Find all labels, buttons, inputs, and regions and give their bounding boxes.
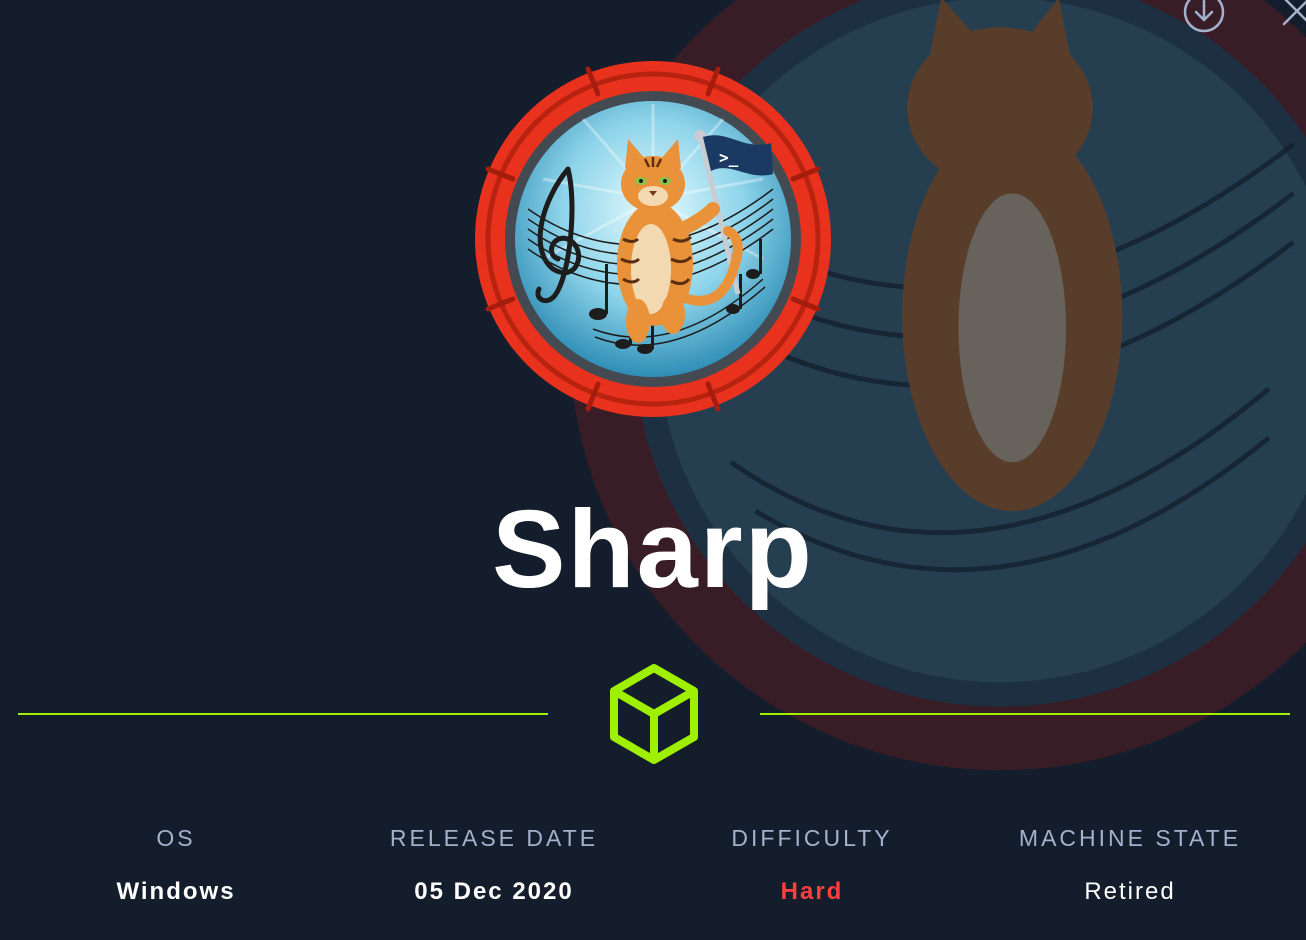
machine-state-label: MACHINE STATE — [1018, 825, 1242, 851]
info-release-date: RELEASE DATE 05 Dec 2020 — [344, 822, 644, 908]
machine-name-title: Sharp — [492, 488, 814, 611]
difficulty-label: DIFFICULTY — [731, 825, 893, 851]
info-difficulty: DIFFICULTY Hard — [662, 822, 962, 908]
machine-profile-page: >_ Sharp OS Windows RELEASE DATE 05 Dec … — [0, 0, 1306, 940]
difficulty-value: Hard — [780, 878, 844, 905]
cube-icon — [610, 664, 698, 764]
close-icon[interactable] — [1276, 0, 1306, 36]
flag-prompt-text: >_ — [719, 148, 739, 167]
machine-state-value: Retired — [1084, 878, 1176, 905]
divider-line-right — [760, 713, 1290, 715]
release-date-value: 05 Dec 2020 — [414, 878, 574, 905]
os-value: Windows — [116, 878, 236, 905]
os-label: OS — [156, 825, 196, 851]
download-circle-icon[interactable] — [1182, 0, 1226, 36]
info-machine-state: MACHINE STATE Retired — [980, 822, 1280, 908]
release-date-label: RELEASE DATE — [389, 825, 599, 851]
machine-avatar: >_ — [475, 61, 831, 417]
divider-line-left — [18, 713, 548, 715]
info-os: OS Windows — [26, 822, 326, 908]
